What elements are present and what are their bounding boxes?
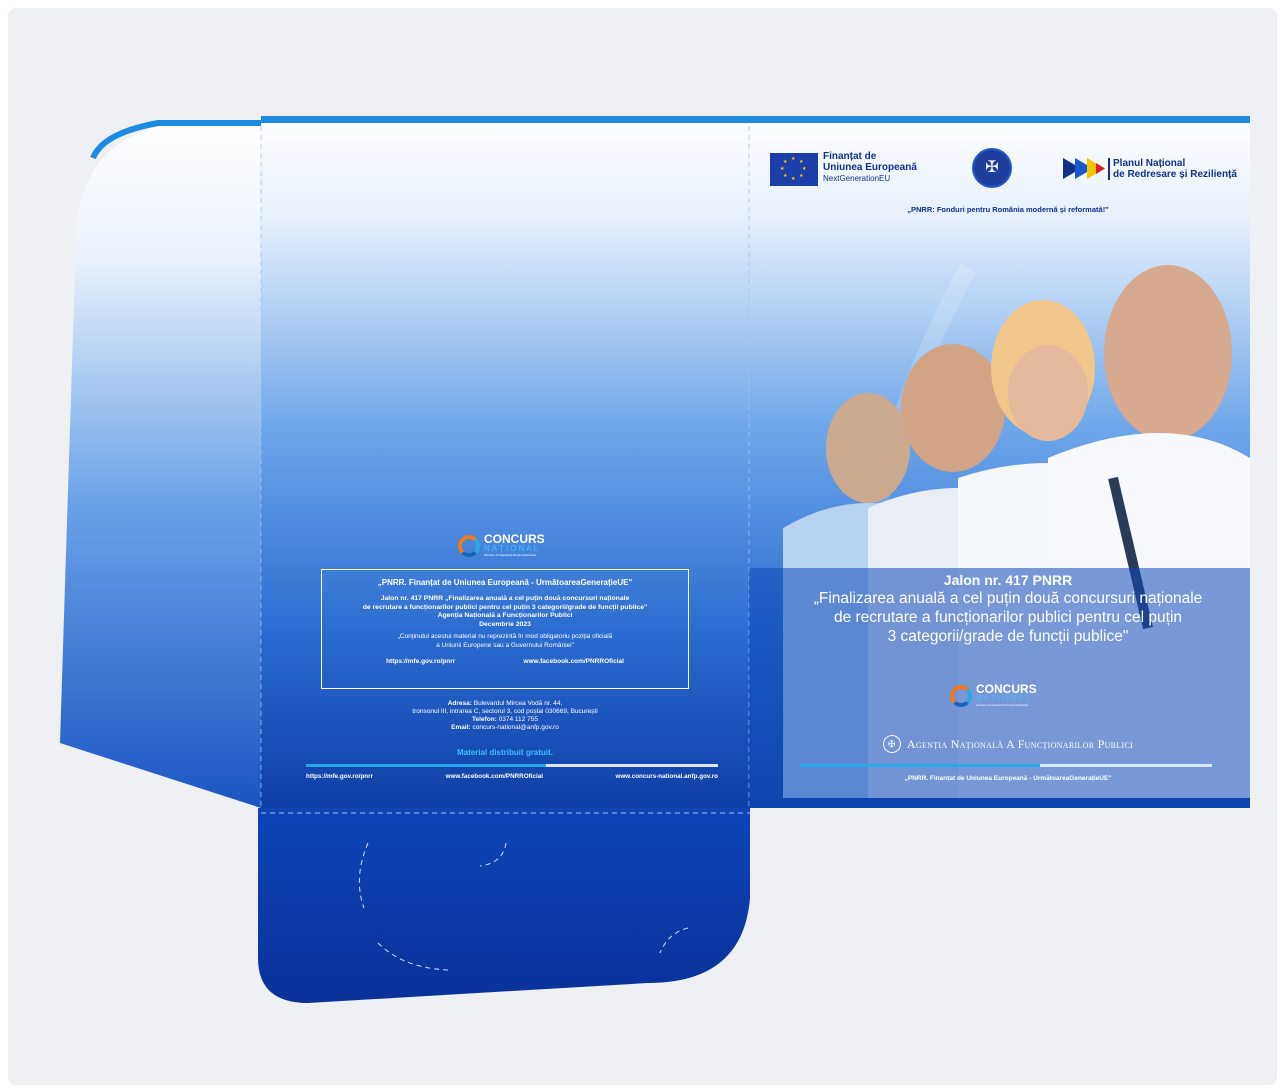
footer-mfe-link[interactable]: https://mfe.gov.ro/pnrr [306, 773, 373, 780]
concurs-logo-cover: CONCURS NAȚIONAL Oameni Competenți Pentr… [950, 683, 1037, 707]
cover-subtitle-3: 3 categorii/grade de funcții publice" [887, 628, 1129, 645]
cover-headline: Jalon nr. 417 PNRR „Finalizarea anuală a… [768, 571, 1248, 646]
cover-subtitle-1: „Finalizarea anuală a cel puțin două con… [813, 590, 1203, 607]
left-flap [60, 126, 261, 808]
pnrr-logo-icon [1063, 158, 1105, 179]
cover-subtitle-2: de recrutare a funcționarilor publici pe… [833, 609, 1183, 626]
pocket-flap [258, 808, 750, 1003]
design-canvas: ★ ★ ★ ★ ★ ★ ★ ★ Finanțat de Uniunea Europeană… [8, 8, 1277, 1085]
info-box-title: „PNRR. Finanțat de Uniunea Europeană - U… [377, 578, 633, 587]
mfe-link[interactable]: https://mfe.gov.ro/pnrr [386, 658, 455, 665]
cover-title: Jalon nr. 417 PNRR [943, 572, 1073, 588]
concurs-ring-icon [950, 684, 972, 707]
agency-name: ✠ Agenția Națională A Funcționarilor Pub… [768, 735, 1248, 753]
concurs-ring-icon [458, 534, 480, 557]
pnrr-label: Planul Național de Redresare și Rezilien… [1108, 158, 1237, 180]
eu-flag-icon: ★ ★ ★ ★ ★ ★ ★ ★ [770, 153, 818, 186]
facebook-link[interactable]: www.facebook.com/PNRROficial [523, 658, 624, 665]
footer-links: https://mfe.gov.ro/pnrr www.facebook.com… [306, 773, 718, 780]
government-seal-icon: ✠ [972, 148, 1012, 188]
agency-seal-icon: ✠ [882, 735, 901, 753]
concurs-logo-inside: CONCURS NAȚIONAL Oameni Competenți Pentr… [458, 533, 545, 557]
contact-address: Adresa: Bulevardul Mircea Vodă nr. 44, t… [412, 700, 598, 731]
info-box: „PNRR. Finanțat de Uniunea Europeană - U… [321, 569, 689, 689]
free-distribution-note: Material distribuit gratuit. [456, 748, 553, 757]
footer-concurs-link[interactable]: www.concurs-national.anfp.gov.ro [615, 773, 718, 780]
pnrr-slogan: „PNRR: Fonduri pentru România modernă și… [907, 205, 1109, 214]
eu-funding-label: Finanțat de Uniunea Europeană NextGenera… [823, 151, 917, 183]
cover-footer-note: „PNRR. Finanțat de Uniunea Europeană - U… [904, 775, 1112, 782]
footer-facebook-link[interactable]: www.facebook.com/PNRROficial [446, 773, 543, 780]
